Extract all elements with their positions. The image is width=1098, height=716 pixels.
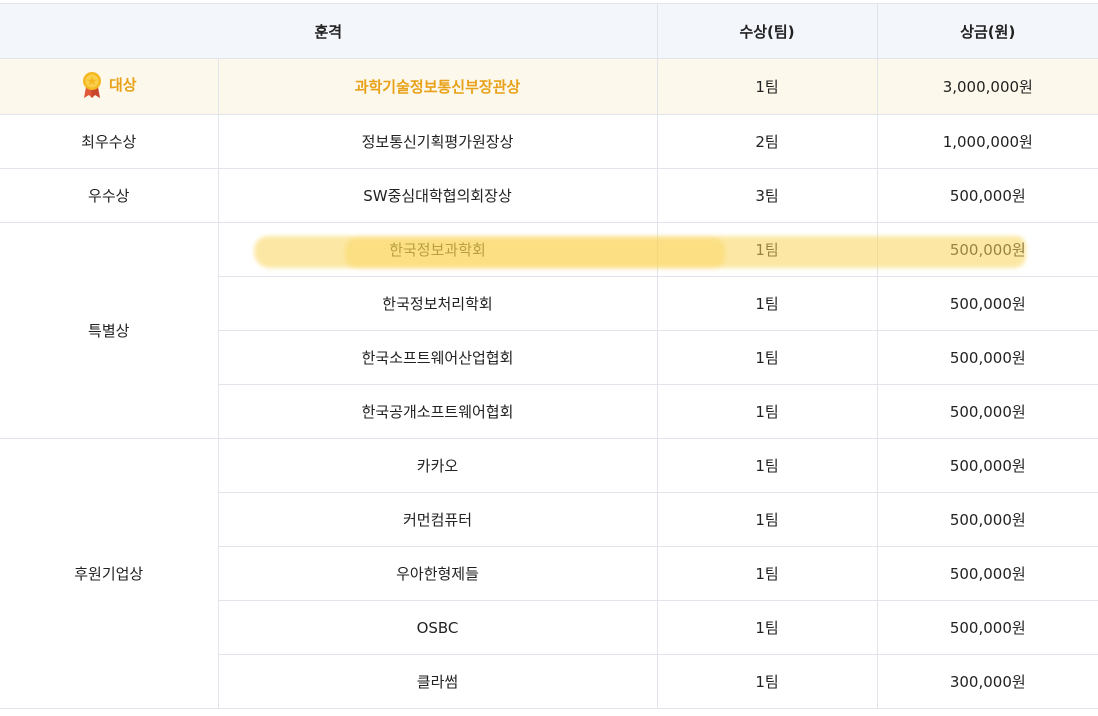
teams-cell: 1팀 xyxy=(656,438,878,493)
teams-cell: 1팀 xyxy=(656,492,878,547)
grand-award: 과학기술정보통신부장관상 xyxy=(217,58,658,115)
prize-cell: 300,000원 xyxy=(876,654,1098,709)
table-row-grand: 대상 과학기술정보통신부장관상 1팀 3,000,000원 xyxy=(0,58,1098,115)
teams-cell: 3팀 xyxy=(656,168,878,223)
grand-teams: 1팀 xyxy=(656,58,878,115)
award-cell: 한국정보과학회 xyxy=(217,222,658,277)
medal-icon xyxy=(82,71,101,98)
table-header-row: 훈격 수상(팀) 상금(원) xyxy=(0,3,1098,59)
table-row: 후원기업상 카카오 1팀 500,000원 xyxy=(0,438,1098,709)
prize-cell: 1,000,000원 xyxy=(876,114,1098,169)
prize-cell: 500,000원 xyxy=(876,546,1098,601)
teams-cell: 2팀 xyxy=(656,114,878,169)
grand-label: 대상 xyxy=(81,71,137,99)
award-cell: 정보통신기획평가원장상 xyxy=(217,114,658,169)
header-award: 훈격 xyxy=(0,3,658,59)
award-cell: 한국소프트웨어산업협회 xyxy=(218,330,658,385)
grand-category: 대상 xyxy=(108,76,137,94)
header-prize: 상금(원) xyxy=(876,3,1098,59)
award-cell: 커먼컴퓨터 xyxy=(218,492,658,547)
teams-cell: 1팀 xyxy=(656,600,878,655)
prize-cell: 500,000원 xyxy=(876,600,1098,655)
prize-cell: 500,000원 xyxy=(876,330,1098,385)
teams-cell: 1팀 xyxy=(656,384,878,439)
category-cell-sponsor: 후원기업상 xyxy=(0,438,219,709)
award-cell: 카카오 xyxy=(217,438,658,493)
prize-cell: 500,000원 xyxy=(876,168,1098,223)
teams-cell: 1팀 xyxy=(656,546,878,601)
prize-cell: 500,000원 xyxy=(876,438,1098,493)
category-cell-special: 특별상 xyxy=(0,222,219,439)
prize-cell: 500,000원 xyxy=(876,222,1098,277)
category-cell: 최우수상 xyxy=(0,114,219,169)
teams-cell: 1팀 xyxy=(656,654,878,709)
award-table: 훈격 수상(팀) 상금(원) 대상 과학기술정보통신부장관상 1팀 3,000,… xyxy=(0,3,1098,709)
table-row: 최우수상 정보통신기획평가원장상 2팀 1,000,000원 xyxy=(0,114,1098,169)
category-cell: 우수상 xyxy=(0,168,219,223)
table-row: 특별상 한국정보과학회 1팀 500,000원 xyxy=(0,222,1098,439)
grand-prize: 3,000,000원 xyxy=(876,58,1098,115)
award-cell: 클라썸 xyxy=(218,654,658,709)
award-cell: 우아한형제들 xyxy=(218,546,658,601)
award-cell: SW중심대학협의회장상 xyxy=(217,168,658,223)
teams-cell: 1팀 xyxy=(656,330,878,385)
header-teams: 수상(팀) xyxy=(656,3,878,59)
teams-cell: 1팀 xyxy=(656,222,878,277)
award-cell: 한국정보처리학회 xyxy=(218,276,658,331)
table-row: 우수상 SW중심대학협의회장상 3팀 500,000원 xyxy=(0,168,1098,223)
prize-cell: 500,000원 xyxy=(876,492,1098,547)
award-cell: OSBC xyxy=(218,600,658,655)
prize-cell: 500,000원 xyxy=(876,276,1098,331)
prize-cell: 500,000원 xyxy=(876,384,1098,439)
grand-category-cell: 대상 xyxy=(0,58,219,115)
award-cell: 한국공개소프트웨어협회 xyxy=(218,384,658,439)
teams-cell: 1팀 xyxy=(656,276,878,331)
